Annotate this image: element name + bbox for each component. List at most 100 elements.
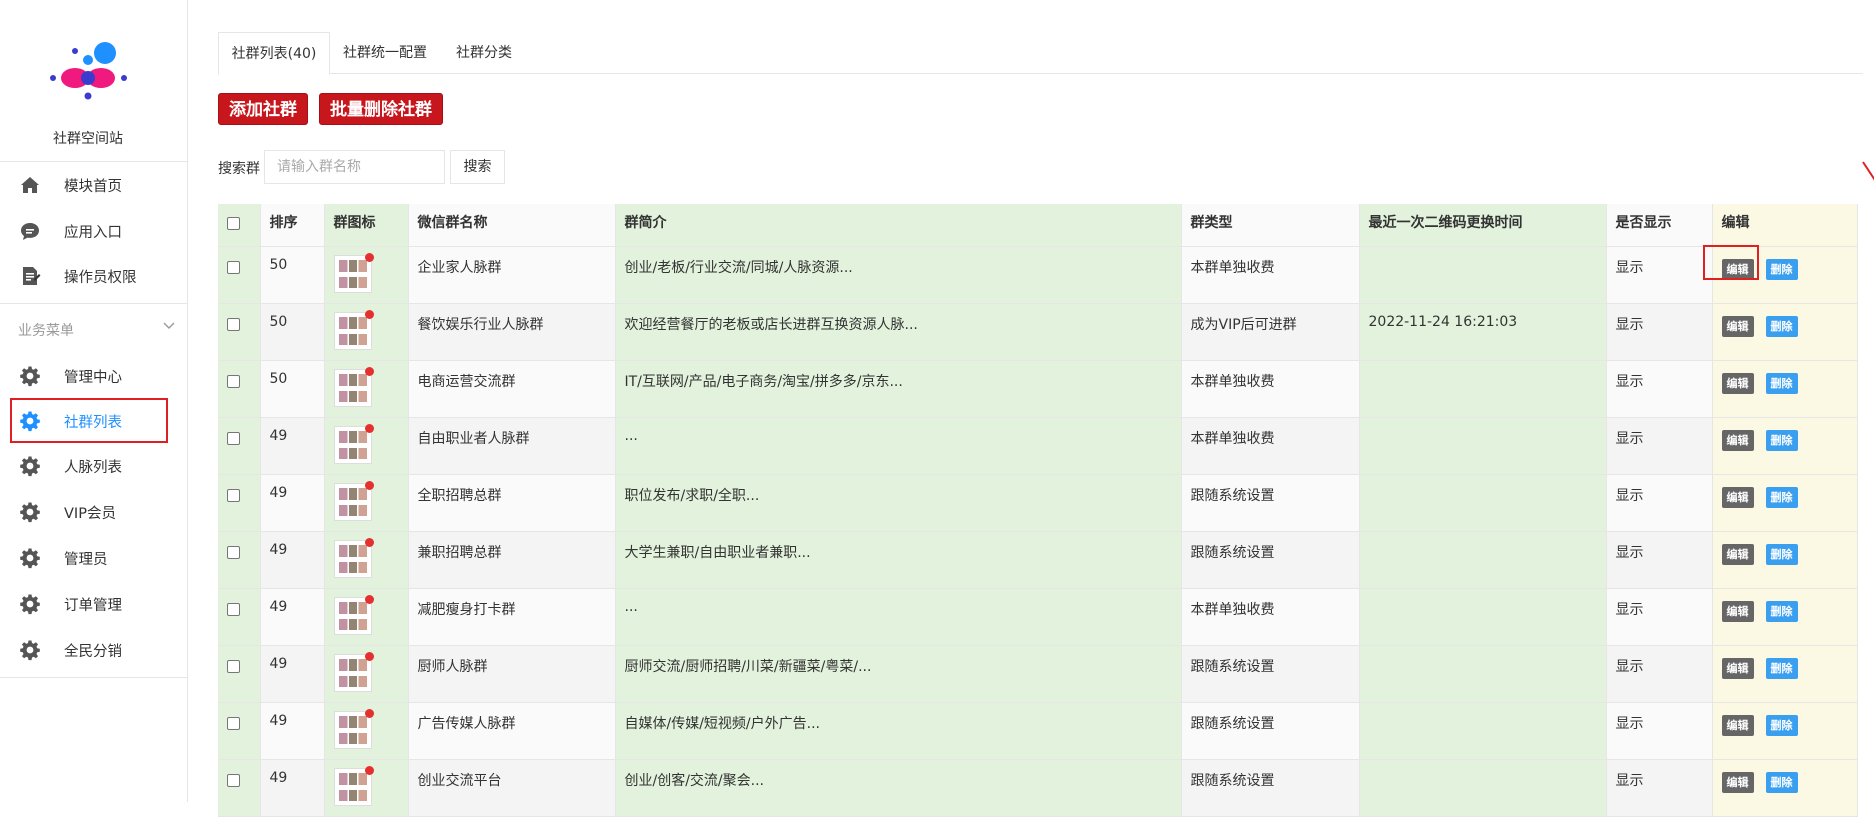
row-checkbox[interactable] <box>227 261 240 274</box>
row-select-cell[interactable] <box>218 246 261 304</box>
delete-button[interactable]: 删除 <box>1765 715 1798 736</box>
show-cell: 显示 <box>1606 702 1713 760</box>
row-checkbox[interactable] <box>227 375 240 388</box>
delete-button[interactable]: 删除 <box>1765 373 1798 394</box>
icon-cell <box>324 759 409 817</box>
row-select-cell[interactable] <box>218 702 261 760</box>
gear-icon <box>20 366 40 387</box>
sidebar-item-vip-member[interactable]: VIP会员 <box>0 490 187 534</box>
row-checkbox[interactable] <box>227 717 240 730</box>
table-row: 50 企业家人脉群 创业/老板/行业交流/同城/人脉资源... 本群单独收费 显示 编辑删… <box>218 246 1858 304</box>
sort-cell: 50 <box>260 303 325 361</box>
add-group-button[interactable]: 添加社群 <box>218 93 308 125</box>
edit-button[interactable]: 编辑 <box>1721 487 1754 508</box>
actions-cell: 编辑 删除 <box>1712 360 1858 418</box>
group-name-cell: 全职招聘总群 <box>408 474 616 532</box>
row-select-cell[interactable] <box>218 360 261 418</box>
sidebar: 社群空间站 模块首页 应用入口 操作员权限 业务菜单 管理中心 社群列表 人脉列表 <box>0 0 188 802</box>
actions-cell: 编辑 删除 <box>1712 588 1858 646</box>
tab-group-category[interactable]: 社群分类 <box>440 32 528 74</box>
search-button[interactable]: 搜索 <box>450 150 505 184</box>
delete-button[interactable]: 删除 <box>1765 658 1798 679</box>
sidebar-item-admin[interactable]: 管理员 <box>0 536 187 580</box>
row-select-cell[interactable] <box>218 531 261 589</box>
sidebar-item-operator-permissions[interactable]: 操作员权限 <box>0 254 187 298</box>
row-select-cell[interactable] <box>218 759 261 817</box>
group-name-cell: 企业家人脉群 <box>408 246 616 304</box>
gear-icon <box>20 502 40 523</box>
row-checkbox[interactable] <box>227 318 240 331</box>
group-intro-cell: 创业/创客/交流/聚会... <box>615 759 1182 817</box>
row-checkbox[interactable] <box>227 489 240 502</box>
delete-button[interactable]: 删除 <box>1765 316 1798 337</box>
row-checkbox[interactable] <box>227 546 240 559</box>
tab-group-list[interactable]: 社群列表(40) <box>218 32 330 75</box>
active-item-highlight <box>10 398 168 443</box>
sidebar-item-home[interactable]: 模块首页 <box>0 163 187 207</box>
gear-icon <box>20 640 40 661</box>
sidebar-item-distribution[interactable]: 全民分销 <box>0 628 187 672</box>
icon-cell <box>324 702 409 760</box>
sidebar-item-management-center[interactable]: 管理中心 <box>0 354 187 398</box>
edit-button[interactable]: 编辑 <box>1721 658 1754 679</box>
chat-icon <box>21 223 39 240</box>
edit-button[interactable]: 编辑 <box>1721 715 1754 736</box>
delete-button[interactable]: 删除 <box>1765 544 1798 565</box>
sort-cell: 49 <box>260 759 325 817</box>
group-intro-cell: 职位发布/求职/全职... <box>615 474 1182 532</box>
sidebar-item-order-management[interactable]: 订单管理 <box>0 582 187 626</box>
row-checkbox[interactable] <box>227 432 240 445</box>
select-all-checkbox[interactable] <box>227 217 240 230</box>
row-select-cell[interactable] <box>218 417 261 475</box>
delete-button[interactable]: 删除 <box>1765 487 1798 508</box>
show-cell: 显示 <box>1606 474 1713 532</box>
sort-cell: 50 <box>260 360 325 418</box>
search-input[interactable] <box>264 150 445 184</box>
delete-button[interactable]: 删除 <box>1765 772 1798 793</box>
row-checkbox[interactable] <box>227 660 240 673</box>
row-select-cell[interactable] <box>218 588 261 646</box>
edit-button[interactable]: 编辑 <box>1721 316 1754 337</box>
select-all-cell[interactable] <box>218 204 261 247</box>
icon-cell <box>324 360 409 418</box>
sort-cell: 49 <box>260 474 325 532</box>
column-header: 群类型 <box>1181 204 1360 247</box>
row-checkbox[interactable] <box>227 603 240 616</box>
group-thumbnail <box>333 481 374 521</box>
tab-bar: 社群列表(40) 社群统一配置 社群分类 <box>218 32 1863 75</box>
qr-time-cell <box>1359 360 1607 418</box>
delete-button[interactable]: 删除 <box>1765 259 1798 280</box>
tab-group-config[interactable]: 社群统一配置 <box>330 32 440 74</box>
sidebar-item-contact-list[interactable]: 人脉列表 <box>0 444 187 488</box>
edit-button[interactable]: 编辑 <box>1721 601 1754 622</box>
sidebar-item-app-entry[interactable]: 应用入口 <box>0 209 187 253</box>
batch-delete-button[interactable]: 批量删除社群 <box>319 93 443 125</box>
table-row: 49 广告传媒人脉群 自媒体/传媒/短视频/户外广告... 跟随系统设置 显示 编辑 删除 <box>218 702 1858 760</box>
group-type-cell: 跟随系统设置 <box>1181 531 1360 589</box>
delete-button[interactable]: 删除 <box>1765 601 1798 622</box>
row-select-cell[interactable] <box>218 645 261 703</box>
group-intro-cell: 创业/老板/行业交流/同城/人脉资源... <box>615 246 1182 304</box>
group-intro-cell: 自媒体/传媒/短视频/户外广告... <box>615 702 1182 760</box>
badge-dot-icon <box>364 424 374 433</box>
row-select-cell[interactable] <box>218 303 261 361</box>
delete-button[interactable]: 删除 <box>1765 430 1798 451</box>
section-business-menu[interactable]: 业务菜单 <box>0 303 187 353</box>
edit-button[interactable]: 编辑 <box>1721 772 1754 793</box>
actions-cell: 编辑 删除 <box>1712 417 1858 475</box>
edit-button[interactable]: 编辑 <box>1721 430 1754 451</box>
column-header: 群图标 <box>324 204 409 247</box>
edit-button[interactable]: 编辑 <box>1721 544 1754 565</box>
group-type-cell: 成为VIP后可进群 <box>1181 303 1360 361</box>
actions-cell: 编辑 删除 <box>1712 645 1858 703</box>
sort-cell: 50 <box>260 246 325 304</box>
badge-dot-icon <box>364 367 374 376</box>
badge-dot-icon <box>364 652 374 661</box>
row-select-cell[interactable] <box>218 474 261 532</box>
sidebar-item-label: 管理中心 <box>64 370 122 386</box>
row-checkbox[interactable] <box>227 774 240 787</box>
table-row: 50 电商运营交流群 IT/互联网/产品/电子商务/淘宝/拼多多/京东... 本群单独… <box>218 360 1858 418</box>
group-name-cell: 兼职招聘总群 <box>408 531 616 589</box>
actions-cell: 编辑 删除 <box>1712 702 1858 760</box>
edit-button[interactable]: 编辑 <box>1721 373 1754 394</box>
